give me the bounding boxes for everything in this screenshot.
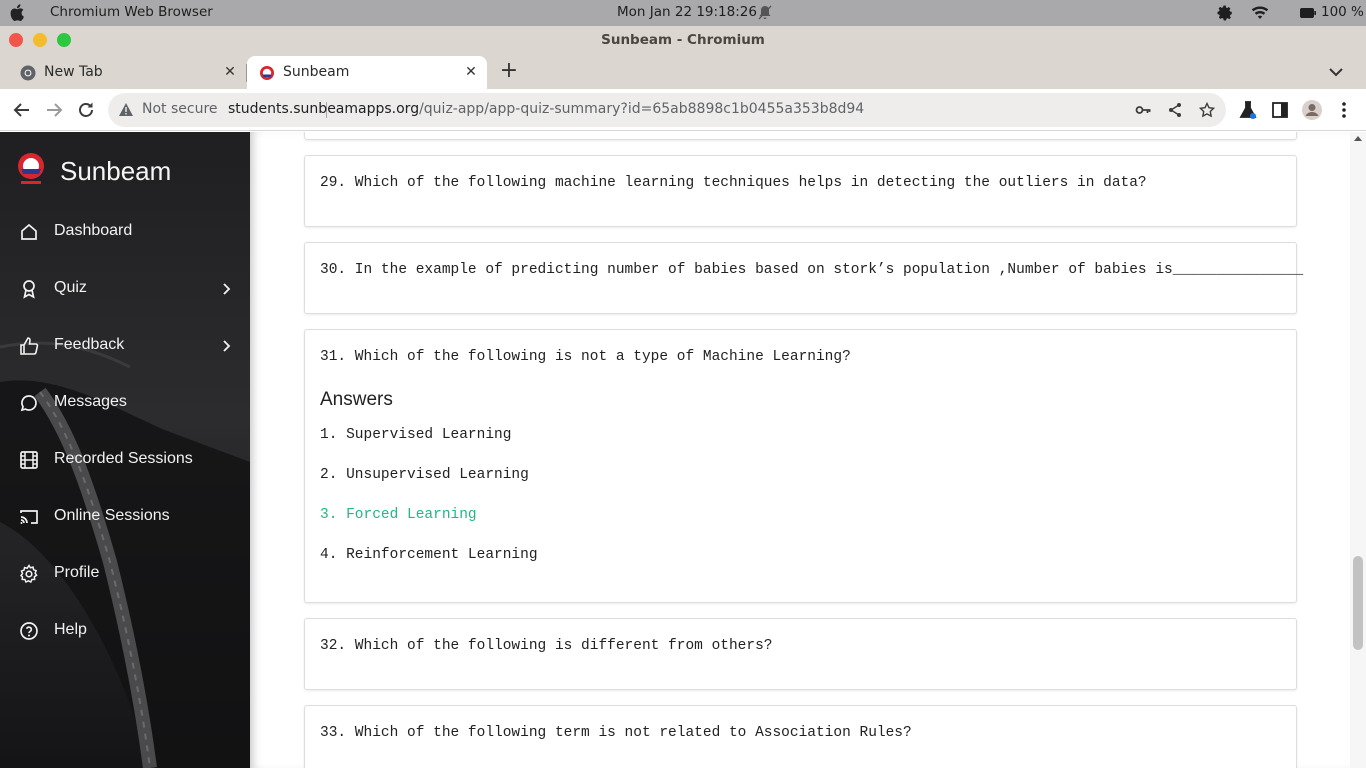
close-tab-icon[interactable]: ✕: [463, 64, 479, 80]
sidebar-item-help[interactable]: Help: [0, 611, 250, 651]
question-card[interactable]: 33. Which of the following term is not r…: [304, 705, 1297, 768]
url-host: students.sunbeamapps.org: [228, 101, 420, 117]
window-title: Sunbeam - Chromium: [601, 32, 765, 48]
sidebar-item-label: Dashboard: [54, 222, 133, 239]
tab-separator: [246, 64, 247, 82]
os-top-bar: Chromium Web Browser Mon Jan 22 19:18:26…: [0, 0, 1366, 26]
battery-percentage[interactable]: 100 %: [1321, 4, 1364, 20]
sidebar-item-label: Profile: [54, 564, 100, 581]
answer-option-correct: 3. Forced Learning: [320, 507, 477, 523]
sidebar-item-label: Quiz: [54, 279, 87, 296]
sidebar-item-label: Online Sessions: [54, 507, 170, 524]
page-scrollbar[interactable]: [1350, 132, 1366, 768]
question-card[interactable]: 30. In the example of predicting number …: [304, 242, 1303, 314]
thumbs-up-icon: [20, 337, 39, 355]
answers-heading: Answers: [320, 389, 393, 410]
main-content: 29. Which of the following machine learn…: [250, 132, 1350, 768]
warning-triangle-icon[interactable]: [118, 102, 134, 117]
award-icon: [23, 280, 35, 299]
sidebar-item-label: Feedback: [54, 336, 125, 353]
tab-strip: New Tab ✕ Sunbeam ✕: [0, 55, 1366, 89]
question-text: 32. Which of the following is different …: [320, 638, 773, 654]
tab-search-chevron-icon[interactable]: [1326, 62, 1346, 82]
sunbeam-logo: [18, 153, 44, 184]
url-text[interactable]: students.sunbeamapps.org/quiz-app/app-qu…: [228, 101, 864, 117]
gear-icon: [19, 564, 38, 584]
wifi-icon[interactable]: [1251, 6, 1269, 20]
film-icon: [20, 451, 38, 469]
brand-name: Sunbeam: [60, 156, 172, 186]
sidebar-item-messages[interactable]: Messages: [0, 383, 250, 423]
tab-label: Sunbeam: [283, 64, 350, 80]
address-bar[interactable]: Not secure students.sunbeamapps.org/quiz…: [108, 93, 1226, 127]
sidebar-item-label: Messages: [54, 393, 127, 410]
question-text: 29. Which of the following machine learn…: [320, 175, 1147, 191]
help-circle-icon: [20, 622, 38, 640]
sidebar-item-recorded-sessions[interactable]: Recorded Sessions: [0, 440, 250, 480]
cast-icon: [20, 510, 38, 524]
apple-icon[interactable]: [10, 4, 24, 21]
tab-new-tab[interactable]: New Tab ✕: [8, 56, 246, 89]
sidebar-item-online-sessions[interactable]: Online Sessions: [0, 497, 250, 537]
url-path: /quiz-app/app-quiz-summary?id=65ab8898c1…: [419, 101, 865, 117]
question-text: 33. Which of the following term is not r…: [320, 725, 912, 741]
tab-label: New Tab: [44, 64, 103, 80]
battery-icon[interactable]: [1300, 8, 1316, 18]
scrollbar-thumb[interactable]: [1353, 556, 1363, 650]
reload-icon[interactable]: [75, 99, 97, 121]
message-icon: [20, 395, 37, 412]
chromium-icon: [20, 65, 36, 81]
window-title-bar[interactable]: Sunbeam - Chromium: [0, 26, 1366, 55]
scroll-up-arrow-icon[interactable]: [1354, 136, 1362, 141]
settings-gear-icon[interactable]: [1216, 4, 1234, 22]
not-secure-label[interactable]: Not secure: [142, 101, 218, 117]
sidebar-item-label: Recorded Sessions: [54, 450, 193, 467]
answer-option: 4. Reinforcement Learning: [320, 547, 538, 563]
chevron-right-icon: [223, 283, 231, 295]
new-tab-button[interactable]: +: [498, 60, 520, 83]
sidebar-item-feedback[interactable]: Feedback: [0, 326, 250, 366]
question-text: 30. In the example of predicting number …: [320, 262, 1304, 278]
key-icon[interactable]: [1135, 102, 1151, 118]
forward-arrow-icon[interactable]: [43, 99, 65, 121]
question-card: [304, 132, 1297, 140]
sidebar-item-profile[interactable]: Profile: [0, 554, 250, 594]
close-tab-icon[interactable]: ✕: [222, 64, 238, 80]
share-icon[interactable]: [1167, 102, 1183, 118]
home-icon: [21, 223, 37, 240]
question-card-expanded[interactable]: 31. Which of the following is not a type…: [304, 329, 1297, 603]
question-card[interactable]: 29. Which of the following machine learn…: [304, 155, 1297, 227]
tab-sunbeam[interactable]: Sunbeam ✕: [247, 56, 487, 89]
os-clock[interactable]: Mon Jan 22 19:18:26: [617, 4, 757, 20]
browser-toolbar: Not secure students.sunbeamapps.org/quiz…: [0, 89, 1366, 131]
side-panel-icon[interactable]: [1269, 99, 1291, 121]
profile-avatar-icon[interactable]: [1301, 99, 1323, 121]
sidebar-item-quiz[interactable]: Quiz: [0, 269, 250, 309]
page-viewport: Sunbeam Dashboard Quiz Feedback Messages…: [0, 132, 1366, 768]
sidebar-item-dashboard[interactable]: Dashboard: [0, 212, 250, 252]
question-card[interactable]: 32. Which of the following is different …: [304, 618, 1297, 690]
answer-option: 2. Unsupervised Learning: [320, 467, 529, 483]
sunbeam-favicon-icon: [260, 66, 274, 80]
back-arrow-icon[interactable]: [11, 99, 33, 121]
chevron-right-icon: [223, 340, 231, 352]
os-app-name[interactable]: Chromium Web Browser: [50, 4, 213, 20]
more-menu-icon[interactable]: [1333, 99, 1355, 121]
sidebar-item-label: Help: [54, 621, 87, 638]
labs-flask-icon[interactable]: [1237, 99, 1259, 121]
bookmark-star-icon[interactable]: [1199, 102, 1215, 118]
question-text: 31. Which of the following is not a type…: [320, 349, 851, 365]
bell-muted-icon: [758, 5, 772, 20]
sidebar: Sunbeam Dashboard Quiz Feedback Messages…: [0, 132, 250, 768]
answer-option: 1. Supervised Learning: [320, 427, 512, 443]
